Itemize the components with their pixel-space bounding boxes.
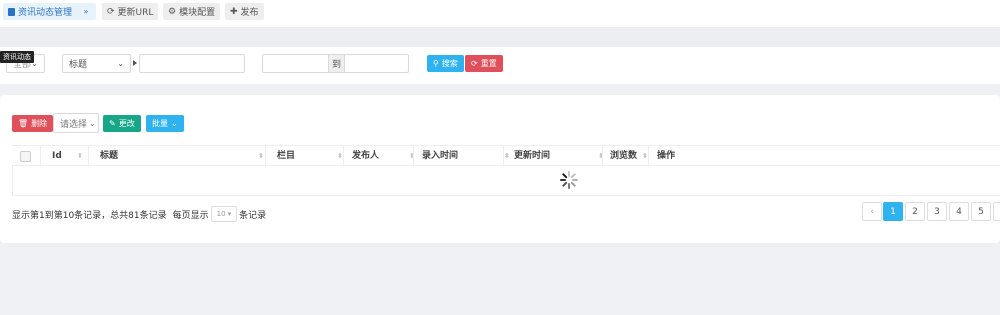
column-id[interactable]: Id ⬍ (52, 146, 83, 167)
sort-icon: ⬍ (504, 152, 510, 160)
date-separator: 到 (329, 54, 344, 73)
column-actions-label: 操作 (657, 151, 676, 161)
keyword-input[interactable] (139, 54, 245, 73)
publish-label: 发布 (240, 8, 259, 18)
table-body (12, 166, 1000, 196)
module-title-button[interactable]: 资讯动态管理 (3, 3, 78, 20)
module-title-label: 资讯动态管理 (18, 8, 73, 18)
pagination-summary-text: 显示第1到第10条记录，总共81条记录 (12, 210, 167, 221)
date-from-input[interactable] (262, 54, 329, 73)
page-button-4[interactable]: 4 (949, 202, 969, 221)
sort-icon: ⬍ (258, 152, 264, 160)
search-button-label: 搜索 (441, 59, 458, 68)
next-page-button[interactable] (993, 202, 1000, 221)
per-page-suffix: 条记录 (239, 210, 267, 221)
trash-icon: 🗑 (18, 119, 29, 128)
column-created-time[interactable]: 录入时间 ⬍ (422, 146, 510, 167)
pagination-summary: 显示第1到第10条记录，总共81条记录 每页显示 10 ▾ 条记录 (12, 206, 266, 222)
double-chevron-down-icon: » (83, 7, 89, 16)
edit-button[interactable]: ✎ 更改 (103, 115, 141, 132)
column-divider (40, 146, 41, 167)
column-actions: 操作 (657, 146, 697, 167)
batch-button[interactable]: 批量 ⌄ (146, 115, 184, 132)
column-updated-time-label: 更新时间 (514, 151, 551, 161)
table-header: Id ⬍ 标题 ⬍ 栏目 ⬍ 发布人 ⬍ 录入时间 ⬍ 更新时间 ⬍ 浏览数 ⬍… (12, 145, 1000, 167)
category-tooltip: 资讯动态 (0, 51, 34, 63)
gear-icon: ⚙ (168, 6, 177, 17)
publish-button[interactable]: ✚ 发布 (225, 3, 264, 20)
module-config-label: 模块配置 (179, 8, 216, 18)
column-divider (413, 146, 414, 167)
sort-icon: ⬍ (337, 152, 343, 160)
edit-icon: ✎ (109, 119, 116, 128)
column-category-label: 栏目 (277, 151, 296, 161)
caret-right-icon (133, 60, 137, 66)
chevron-down-icon: ⌄ (89, 118, 96, 128)
sort-icon: ⬍ (642, 152, 648, 160)
column-title[interactable]: 标题 ⬍ (100, 146, 264, 167)
page-button-5[interactable]: 5 (971, 202, 991, 221)
column-id-label: Id (52, 151, 62, 161)
plus-icon: ✚ (230, 6, 238, 17)
refresh-icon: ⟳ (107, 6, 115, 17)
column-divider (88, 146, 89, 167)
batch-button-label: 批量 (152, 119, 168, 128)
date-to-input[interactable] (344, 54, 409, 73)
choose-select[interactable]: 请选择 ⌄ (53, 113, 99, 133)
choose-select-placeholder: 请选择 (60, 119, 88, 130)
refresh-url-button[interactable]: ⟳ 更新URL (102, 3, 159, 20)
column-views-label: 浏览数 (610, 151, 638, 161)
search-icon: ⚲ (433, 59, 439, 68)
column-updated-time[interactable]: 更新时间 ⬍ (514, 146, 604, 167)
chevron-down-icon: ⌄ (117, 59, 124, 68)
column-created-time-label: 录入时间 (422, 151, 459, 161)
top-toolbar: 资讯动态管理 » ⟳ 更新URL ⚙ 模块配置 ✚ 发布 (0, 0, 1000, 27)
page-button-2[interactable]: 2 (905, 202, 925, 221)
delete-button[interactable]: 🗑 删除 (12, 115, 54, 132)
reset-button-label: 重置 (480, 59, 497, 68)
edit-button-label: 更改 (118, 119, 135, 128)
per-page-select[interactable]: 10 ▾ (210, 206, 238, 222)
field-select-value: 标题 (69, 60, 88, 70)
page-button-3[interactable]: 3 (927, 202, 947, 221)
select-all-checkbox[interactable] (20, 151, 31, 162)
gray-strip (0, 27, 1000, 47)
loading-spinner-icon (560, 171, 578, 189)
sort-icon: ⬍ (77, 152, 83, 160)
collapse-button[interactable]: » (76, 3, 96, 20)
column-divider (265, 146, 266, 167)
column-title-label: 标题 (100, 151, 119, 161)
column-views[interactable]: 浏览数 ⬍ (610, 146, 650, 167)
reset-button[interactable]: ⟳ 重置 (465, 55, 503, 72)
prev-page-button[interactable]: ‹ (862, 202, 882, 221)
column-divider (648, 146, 649, 167)
book-icon (8, 7, 15, 16)
refresh-url-label: 更新URL (117, 8, 154, 18)
column-divider (602, 146, 603, 167)
column-category[interactable]: 栏目 ⬍ (277, 146, 343, 167)
page-button-1[interactable]: 1 (883, 202, 903, 221)
chevron-down-icon: ▾ (227, 210, 232, 218)
module-config-button[interactable]: ⚙ 模块配置 (163, 3, 221, 20)
field-select[interactable]: 标题 ⌄ (62, 54, 131, 73)
delete-button-label: 删除 (31, 119, 48, 128)
column-divider (343, 146, 344, 167)
column-publisher[interactable]: 发布人 ⬍ (352, 146, 415, 167)
chevron-down-icon: ⌄ (171, 119, 178, 128)
search-button[interactable]: ⚲ 搜索 (427, 55, 464, 72)
column-divider (503, 146, 504, 167)
per-page-prefix: 每页显示 (172, 210, 209, 221)
column-publisher-label: 发布人 (352, 151, 380, 161)
refresh-icon: ⟳ (471, 59, 478, 68)
per-page-value: 10 (216, 210, 226, 218)
